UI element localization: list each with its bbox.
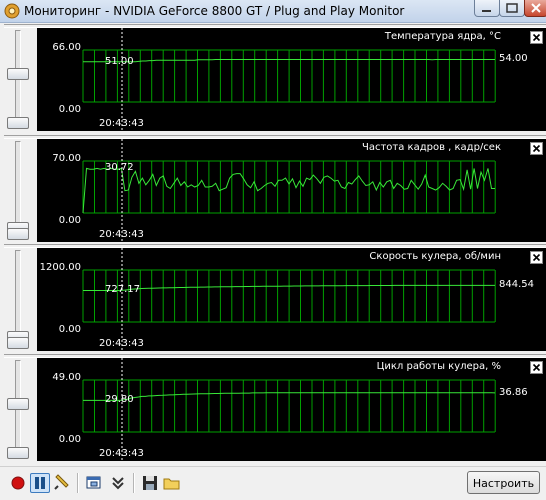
scale-slider-thumb-min[interactable]	[7, 447, 29, 459]
close-icon	[531, 3, 541, 13]
y-min-label: 0.00	[58, 434, 81, 445]
window-title: Мониторинг - NVIDIA GeForce 8800 GT / Pl…	[24, 4, 405, 18]
current-value-label: 36.86	[499, 386, 528, 398]
chart-title: Скорость кулера, об/мин	[369, 251, 501, 262]
cursor-value-label: 51.00	[105, 55, 134, 67]
close-graph-button[interactable]	[530, 31, 543, 44]
monitor-panel: Частота кадров , кадр/сек 70.00 0.00 20:43:…	[4, 135, 546, 244]
y-min-label: 0.00	[58, 104, 81, 115]
time-label: 20:43:43	[99, 229, 144, 240]
y-max-label: 1200.00	[39, 262, 81, 273]
close-icon	[532, 363, 541, 372]
minimize-button[interactable]	[474, 0, 500, 17]
pause-button[interactable]	[30, 473, 50, 493]
cursor-value-label: 727.17	[105, 284, 140, 296]
record-button[interactable]	[8, 473, 28, 493]
scale-slider-thumb-min[interactable]	[7, 228, 29, 240]
record-icon	[11, 476, 25, 490]
graph-area[interactable]: Скорость кулера, об/мин 1200.00 0.00 20:43:…	[37, 248, 546, 351]
chart-title: Цикл работы кулера, %	[376, 361, 501, 372]
y-min-label: 0.00	[58, 215, 81, 226]
save-button[interactable]	[140, 473, 160, 493]
window-icon	[86, 476, 101, 489]
line-chart	[82, 139, 496, 242]
maximize-button[interactable]	[499, 0, 525, 17]
marker-button[interactable]	[52, 473, 72, 493]
monitor-panel: Скорость кулера, об/мин 1200.00 0.00 20:43:…	[4, 244, 546, 353]
y-max-label: 49.00	[52, 372, 81, 383]
minimize-icon	[482, 10, 491, 12]
close-icon	[532, 253, 541, 262]
collapse-button[interactable]	[108, 473, 128, 493]
folder-icon	[163, 478, 180, 490]
toolbar-separator	[133, 473, 135, 493]
current-value-label: 844.54	[499, 279, 534, 291]
cursor-value-label: 29.80	[105, 394, 134, 406]
time-label: 20:43:43	[99, 118, 144, 129]
toolbar-separator	[77, 473, 79, 493]
scale-slider-thumb-min[interactable]	[7, 117, 29, 129]
scale-slider-thumb[interactable]	[7, 68, 29, 81]
line-chart	[82, 248, 496, 351]
scale-slider-thumb[interactable]	[7, 398, 29, 411]
chart-title: Температура ядра, °C	[384, 31, 501, 42]
app-icon	[4, 3, 20, 19]
bottom-toolbar: Настроить	[0, 466, 546, 500]
graph-area[interactable]: Температура ядра, °C 66.00 0.00 20:43:43 51.…	[37, 28, 546, 131]
save-icon	[143, 476, 157, 490]
maximize-icon	[506, 3, 518, 13]
monitor-panel: Температура ядра, °C 66.00 0.00 20:43:43 51.…	[4, 24, 546, 133]
line-chart	[82, 358, 496, 461]
title-bar[interactable]: Мониторинг - NVIDIA GeForce 8800 GT / Pl…	[0, 0, 546, 23]
open-button[interactable]	[162, 473, 182, 493]
pause-icon	[35, 477, 45, 489]
y-max-label: 70.00	[52, 153, 81, 164]
close-icon	[532, 33, 541, 42]
close-icon	[532, 144, 541, 153]
time-label: 20:43:43	[99, 338, 144, 349]
graph-area[interactable]: Цикл работы кулера, % 49.00 0.00 20:43:43 29…	[37, 358, 546, 461]
graph-area[interactable]: Частота кадров , кадр/сек 70.00 0.00 20:43:…	[37, 139, 546, 242]
double-chevron-down-icon	[112, 477, 124, 490]
y-max-label: 66.00	[52, 42, 81, 53]
monitor-panel: Цикл работы кулера, % 49.00 0.00 20:43:43 29…	[4, 354, 546, 463]
window-mode-button[interactable]	[84, 473, 104, 493]
y-min-label: 0.00	[58, 324, 81, 335]
setup-button[interactable]: Настроить	[467, 471, 540, 494]
line-chart	[82, 28, 496, 131]
close-window-button[interactable]	[524, 0, 546, 17]
time-label: 20:43:43	[99, 448, 144, 459]
current-value-label: 54.00	[499, 53, 528, 65]
marker-icon	[54, 474, 69, 490]
cursor-value-label: 30.72	[105, 162, 134, 174]
chart-title: Частота кадров , кадр/сек	[361, 142, 501, 153]
scale-slider-thumb-min[interactable]	[7, 337, 29, 349]
close-graph-button[interactable]	[530, 361, 543, 374]
close-graph-button[interactable]	[530, 142, 543, 155]
close-graph-button[interactable]	[530, 251, 543, 264]
